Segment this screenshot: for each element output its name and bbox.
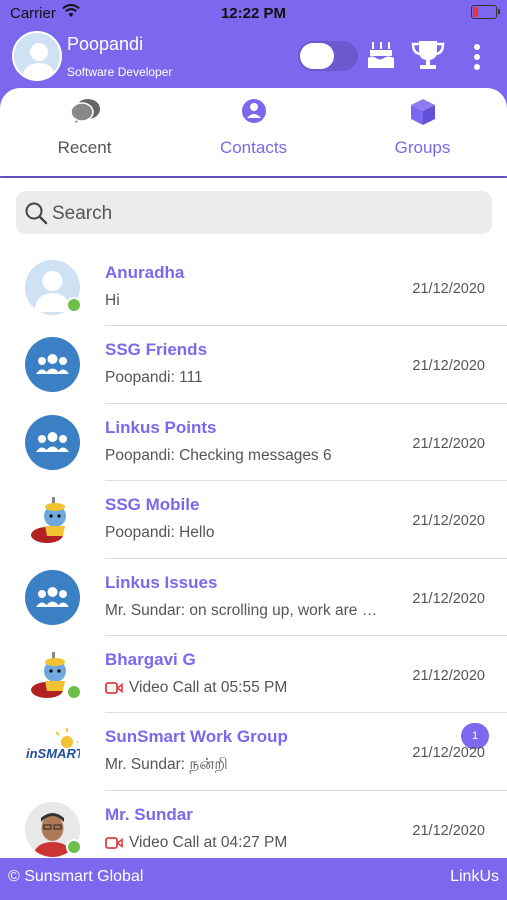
- chat-list: Anuradha Hi 21/12/2020 SSG Friends Poopa…: [0, 249, 507, 858]
- tab-recent[interactable]: Recent: [0, 88, 169, 176]
- tab-bar: Recent Contacts Groups: [0, 88, 507, 176]
- chat-row[interactable]: inSMART 1 SunSmart Work Group Mr. Sundar…: [0, 713, 507, 791]
- chat-name: Mr. Sundar: [105, 804, 193, 824]
- online-indicator: [66, 683, 82, 700]
- footer-bar: © Sunsmart Global LinkUs: [0, 858, 507, 900]
- chat-date: 21/12/2020: [412, 667, 485, 684]
- tab-contacts-label: Contacts: [219, 138, 288, 157]
- chat-row[interactable]: SSG Friends Poopandi: 111 21/12/2020: [0, 326, 507, 404]
- chat-message: Mr. Sundar: நன்றி: [105, 756, 228, 774]
- krishna-avatar-icon: [31, 497, 66, 544]
- footer-brand: LinkUs: [450, 868, 499, 885]
- chat-date: 21/12/2020: [412, 590, 485, 607]
- avatar: [25, 337, 80, 393]
- chat-date: 21/12/2020: [412, 513, 485, 530]
- chat-date: 21/12/2020: [412, 281, 485, 297]
- chat-row[interactable]: Linkus Points Poopandi: Checking message…: [0, 404, 507, 482]
- chat-message: Poopandi: Checking messages 6: [105, 446, 332, 464]
- more-vertical-icon[interactable]: [471, 43, 483, 71]
- group-icon: [36, 354, 69, 375]
- user-role: Software Developer: [67, 65, 173, 79]
- chat-message: Hi: [105, 292, 120, 309]
- footer-copyright: © Sunsmart Global: [8, 868, 144, 885]
- chat-name: Bhargavi G: [105, 649, 196, 669]
- app-header: Poopandi Software Developer: [0, 28, 507, 88]
- user-avatar[interactable]: [12, 31, 62, 81]
- chat-name: SSG Friends: [105, 340, 208, 360]
- group-icon: [36, 431, 69, 452]
- user-name: Poopandi: [67, 34, 144, 54]
- clock: 12:22 PM: [220, 5, 287, 22]
- chat-list-panel: Search Anuradha Hi 21/12/2020 SSG Friend…: [0, 178, 507, 858]
- trophy-icon[interactable]: [411, 39, 445, 71]
- avatar: inSMART: [25, 724, 80, 780]
- chat-row[interactable]: Anuradha Hi 21/12/2020: [0, 249, 507, 327]
- chat-name: Linkus Issues: [105, 572, 218, 592]
- chat-date: 21/12/2020: [412, 435, 485, 452]
- chat-message: Video Call at 04:27 PM: [129, 833, 288, 851]
- tab-groups-label: Groups: [394, 138, 451, 157]
- chat-date: 21/12/2020: [412, 745, 485, 762]
- search-placeholder: Search: [52, 203, 113, 224]
- chat-row[interactable]: SSG Mobile Poopandi: Hello 21/12/2020: [0, 481, 507, 559]
- status-toggle[interactable]: [298, 41, 358, 71]
- avatar: [25, 492, 80, 548]
- chat-row[interactable]: Linkus Issues Mr. Sundar: on scrolling u…: [0, 559, 507, 636]
- avatar: [25, 414, 80, 470]
- chat-date: 21/12/2020: [412, 358, 485, 375]
- birthday-cake-icon[interactable]: [366, 39, 396, 71]
- chat-message: Poopandi: Hello: [105, 524, 215, 542]
- tab-recent-label: Recent: [57, 138, 112, 157]
- contact-user-icon: [242, 99, 266, 123]
- battery-icon: [471, 5, 500, 19]
- chat-row[interactable]: Mr. Sundar Video Call at 04:27 PM 21/12/…: [0, 791, 507, 858]
- tab-groups[interactable]: Groups: [338, 88, 507, 176]
- status-bar: Carrier 12:22 PM: [0, 0, 507, 28]
- sunsmart-logo-icon: inSMART: [26, 728, 80, 761]
- chat-message: Video Call at 05:55 PM: [129, 678, 288, 696]
- online-indicator: [66, 838, 82, 855]
- person-placeholder-icon: [22, 43, 56, 79]
- svg-text:inSMART: inSMART: [26, 746, 80, 761]
- chat-row[interactable]: Bhargavi G Video Call at 05:55 PM 21/12/…: [0, 636, 507, 714]
- chat-name: Anuradha: [105, 263, 185, 282]
- chat-name: SSG Mobile: [105, 495, 200, 515]
- chat-name: SunSmart Work Group: [105, 727, 288, 747]
- chat-message: Poopandi: 111: [105, 369, 203, 387]
- search-icon: [25, 202, 48, 225]
- chat-message: Mr. Sundar: on scrolling up, work are …: [105, 601, 378, 619]
- group-icon: [36, 586, 69, 607]
- cube-icon: [411, 99, 435, 125]
- search-input[interactable]: Search: [16, 191, 492, 234]
- tab-contacts[interactable]: Contacts: [169, 88, 338, 176]
- chat-date: 21/12/2020: [412, 822, 485, 839]
- online-indicator: [66, 297, 82, 313]
- avatar: [25, 569, 80, 625]
- chat-name: Linkus Points: [105, 417, 217, 437]
- chat-bubbles-icon: [70, 99, 100, 123]
